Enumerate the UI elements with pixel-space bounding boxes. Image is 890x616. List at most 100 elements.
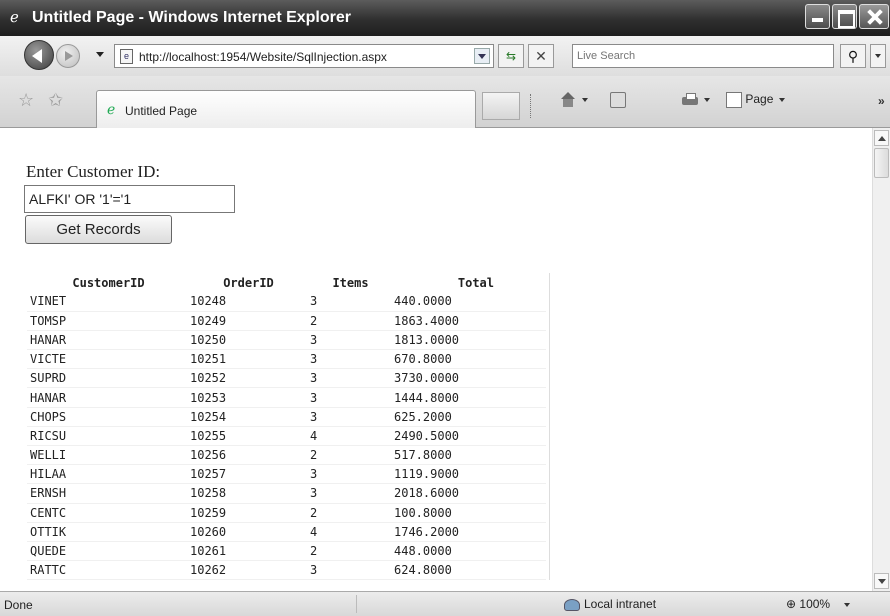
cell-orderid: 10252 xyxy=(187,368,307,389)
status-panes xyxy=(356,595,556,613)
column-header-customerid: CustomerID xyxy=(72,275,145,290)
address-bar[interactable]: e http://localhost:1954/Website/SqlInjec… xyxy=(114,44,494,68)
cell-customerid: SUPRD xyxy=(27,368,187,389)
minimize-button[interactable] xyxy=(805,4,830,29)
cell-items: 3 xyxy=(307,560,391,581)
cell-total: 1119.9000 xyxy=(391,464,546,485)
table-row: OTTIK 10260 4 1746.2000 xyxy=(27,522,546,542)
page-dropdown-icon xyxy=(779,98,786,102)
home-button[interactable] xyxy=(560,92,588,116)
back-button[interactable] xyxy=(24,40,54,70)
cell-customerid: CHOPS xyxy=(27,407,187,427)
cell-items: 3 xyxy=(307,368,391,389)
tab-bar: ☆ ✩ ℯ Untitled Page Page » xyxy=(0,76,890,128)
cell-total: 624.8000 xyxy=(391,560,546,581)
cell-total: 1863.4000 xyxy=(391,311,546,331)
zoom-dropdown-icon[interactable] xyxy=(844,602,851,607)
navigation-bar: e http://localhost:1954/Website/SqlInjec… xyxy=(0,36,890,76)
cell-total: 2018.6000 xyxy=(391,483,546,504)
recent-pages-dropdown-icon[interactable] xyxy=(96,52,104,57)
results-grid: CustomerID OrderID Items Total VINET 1024… xyxy=(27,273,550,581)
cell-customerid: RATTC xyxy=(27,560,187,581)
cell-customerid: HILAA xyxy=(27,464,187,485)
table-header-row: CustomerID OrderID Items Total xyxy=(27,273,546,292)
table-row: TOMSP 10249 2 1863.4000 xyxy=(27,311,546,331)
zoom-level[interactable]: ⊕ 100% xyxy=(786,597,851,611)
forward-button[interactable] xyxy=(56,44,80,68)
page-menu-icon xyxy=(726,92,742,108)
search-button[interactable]: ⚲ xyxy=(840,44,866,68)
cell-customerid: OTTIK xyxy=(27,522,187,542)
scroll-thumb[interactable] xyxy=(874,148,889,178)
search-input[interactable] xyxy=(577,48,827,64)
cell-orderid: 10259 xyxy=(187,503,307,523)
address-url[interactable]: http://localhost:1954/Website/SqlInjecti… xyxy=(139,50,387,64)
vertical-scrollbar[interactable] xyxy=(872,128,890,591)
security-zone[interactable]: Local intranet xyxy=(564,597,656,611)
add-favorites-icon[interactable]: ✩ xyxy=(48,90,63,111)
table-row: VINET 10248 3 440.0000 xyxy=(27,292,546,312)
cell-orderid: 10262 xyxy=(187,560,307,581)
more-commands-chevron-icon[interactable]: » xyxy=(878,94,885,108)
table-row: HANAR 10253 3 1444.8000 xyxy=(27,387,546,408)
cell-customerid: HANAR xyxy=(27,330,187,351)
cell-orderid: 10249 xyxy=(187,311,307,331)
cell-total: 517.8000 xyxy=(391,445,546,466)
cell-items: 3 xyxy=(307,483,391,504)
close-button[interactable] xyxy=(859,4,889,29)
cell-orderid: 10254 xyxy=(187,407,307,427)
address-dropdown-button[interactable] xyxy=(474,48,490,64)
print-dropdown-icon[interactable] xyxy=(704,98,710,102)
cell-items: 3 xyxy=(307,349,391,370)
refresh-icon: ⇆ xyxy=(505,49,517,63)
print-button[interactable] xyxy=(682,92,710,116)
column-header-items: Items xyxy=(332,275,369,290)
ie-page-icon: ℯ xyxy=(107,101,116,117)
table-row: SUPRD 10252 3 3730.0000 xyxy=(27,368,546,389)
search-icon: ⚲ xyxy=(847,48,859,64)
maximize-icon xyxy=(833,5,856,28)
feeds-icon xyxy=(610,92,626,108)
scroll-up-button[interactable] xyxy=(874,130,889,146)
table-row: RICSU 10255 4 2490.5000 xyxy=(27,426,546,447)
table-row: WELLI 10256 2 517.8000 xyxy=(27,445,546,466)
column-header-orderid: OrderID xyxy=(223,275,274,290)
page-icon: e xyxy=(120,49,133,64)
cell-total: 625.2000 xyxy=(391,407,546,427)
cell-total: 1813.0000 xyxy=(391,330,546,351)
page-menu-button[interactable]: Page xyxy=(726,92,786,116)
favorites-star-icon[interactable]: ☆ xyxy=(18,90,34,111)
cell-customerid: RICSU xyxy=(27,426,187,447)
cell-total: 100.8000 xyxy=(391,503,546,523)
cell-orderid: 10248 xyxy=(187,292,307,312)
table-row: VICTE 10251 3 670.8000 xyxy=(27,349,546,370)
new-tab-button[interactable] xyxy=(482,92,520,120)
back-arrow-icon xyxy=(32,49,42,63)
home-icon xyxy=(560,92,576,108)
scroll-down-button[interactable] xyxy=(874,573,889,589)
table-row: QUEDE 10261 2 448.0000 xyxy=(27,541,546,562)
status-text: Done xyxy=(4,598,33,612)
cell-items: 3 xyxy=(307,292,391,312)
get-records-button[interactable]: Get Records xyxy=(25,215,172,244)
cell-customerid: ERNSH xyxy=(27,483,187,504)
search-options-dropdown[interactable] xyxy=(870,44,886,68)
stop-button[interactable]: ✕ xyxy=(528,44,554,68)
cell-items: 3 xyxy=(307,464,391,485)
search-box[interactable] xyxy=(572,44,834,68)
page-menu-label: Page xyxy=(745,92,774,107)
table-row: HILAA 10257 3 1119.9000 xyxy=(27,464,546,485)
toolbar-separator xyxy=(530,94,532,118)
window-title: Untitled Page - Windows Internet Explore… xyxy=(32,9,351,26)
tab-untitled-page[interactable]: ℯ Untitled Page xyxy=(96,90,476,128)
feeds-button[interactable] xyxy=(610,92,626,116)
home-dropdown-icon[interactable] xyxy=(582,98,588,102)
customer-id-label: Enter Customer ID: xyxy=(26,162,161,181)
customer-id-input[interactable] xyxy=(24,185,235,213)
cell-orderid: 10255 xyxy=(187,426,307,447)
maximize-button[interactable] xyxy=(832,4,857,29)
intranet-icon xyxy=(564,598,580,611)
cell-items: 4 xyxy=(307,426,391,447)
cell-orderid: 10253 xyxy=(187,387,307,408)
refresh-button[interactable]: ⇆ xyxy=(498,44,524,68)
